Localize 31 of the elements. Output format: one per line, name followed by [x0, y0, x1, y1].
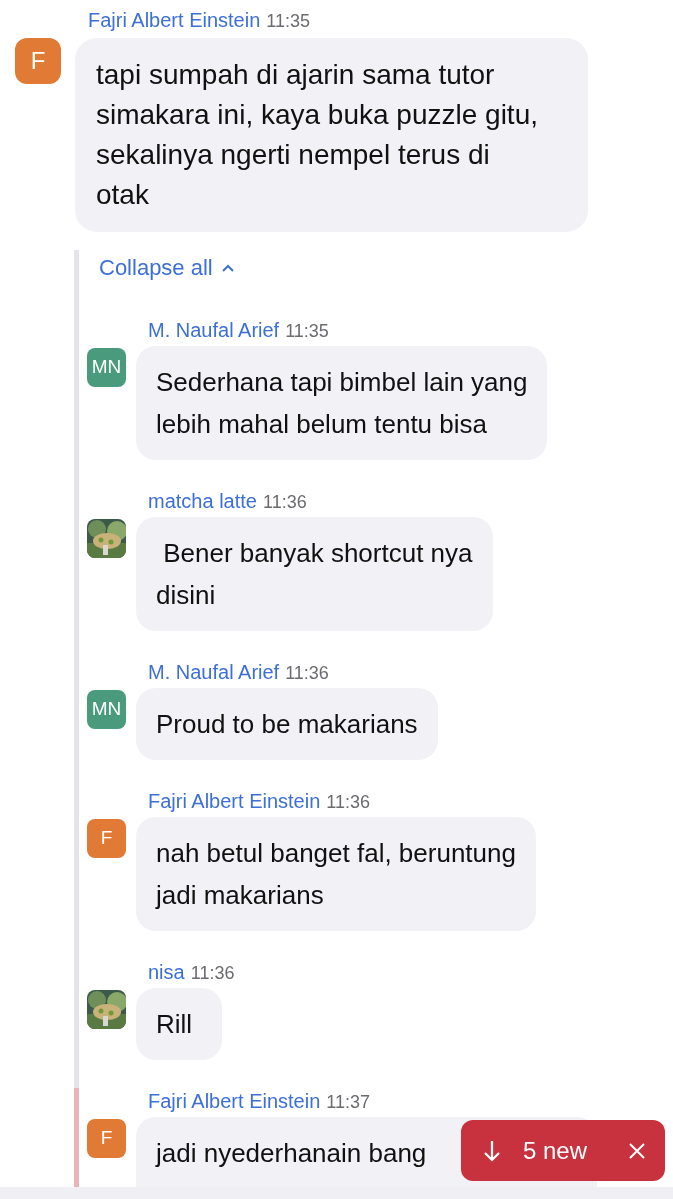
chevron-up-icon: [220, 263, 235, 273]
avatar: F: [87, 1119, 126, 1158]
message-bubble: nah betul banget fal, beruntung jadi makarians: [136, 817, 536, 931]
timestamp: 11:37: [326, 1091, 370, 1114]
author-name[interactable]: nisa: [148, 959, 185, 985]
timestamp: 11:36: [262, 491, 307, 514]
timestamp: 11:36: [326, 791, 370, 814]
message-bubble: Bener banyak shortcut nya disini: [136, 517, 493, 631]
message-bubble: tapi sumpah di ajarin sama tutor simakara ini, kaya buka puzzle gitu, sekalinya ngerti nempel terus di otak: [75, 38, 588, 232]
arrow-down-icon: [483, 1139, 501, 1162]
close-icon[interactable]: [629, 1142, 645, 1159]
avatar: F: [87, 819, 126, 858]
avatar: MN: [87, 690, 126, 729]
new-messages-toast[interactable]: 5 new: [461, 1120, 665, 1181]
timestamp: 11:36: [190, 962, 235, 985]
timestamp: 11:35: [266, 10, 310, 33]
author-name[interactable]: matcha latte: [148, 488, 257, 514]
new-count-label: 5 new: [523, 1135, 588, 1166]
message-bubble: Rill: [136, 988, 222, 1060]
timestamp: 11:35: [285, 320, 329, 343]
author-name[interactable]: Fajri Albert Einstein: [148, 788, 321, 814]
message-bubble: Sederhana tapi bimbel lain yang lebih mahal belum tentu bisa: [136, 346, 548, 460]
author-name[interactable]: M. Naufal Arief: [148, 659, 280, 685]
avatar: F: [15, 38, 61, 84]
timestamp: 11:36: [285, 662, 329, 685]
author-name[interactable]: Fajri Albert Einstein: [148, 1088, 321, 1114]
collapse-all-button[interactable]: Collapse all: [99, 254, 235, 282]
author-name[interactable]: M. Naufal Arief: [148, 317, 280, 343]
author-name[interactable]: Fajri Albert Einstein: [88, 7, 261, 33]
avatar: MN: [87, 348, 126, 387]
message-bubble: Proud to be makarians: [136, 688, 438, 760]
